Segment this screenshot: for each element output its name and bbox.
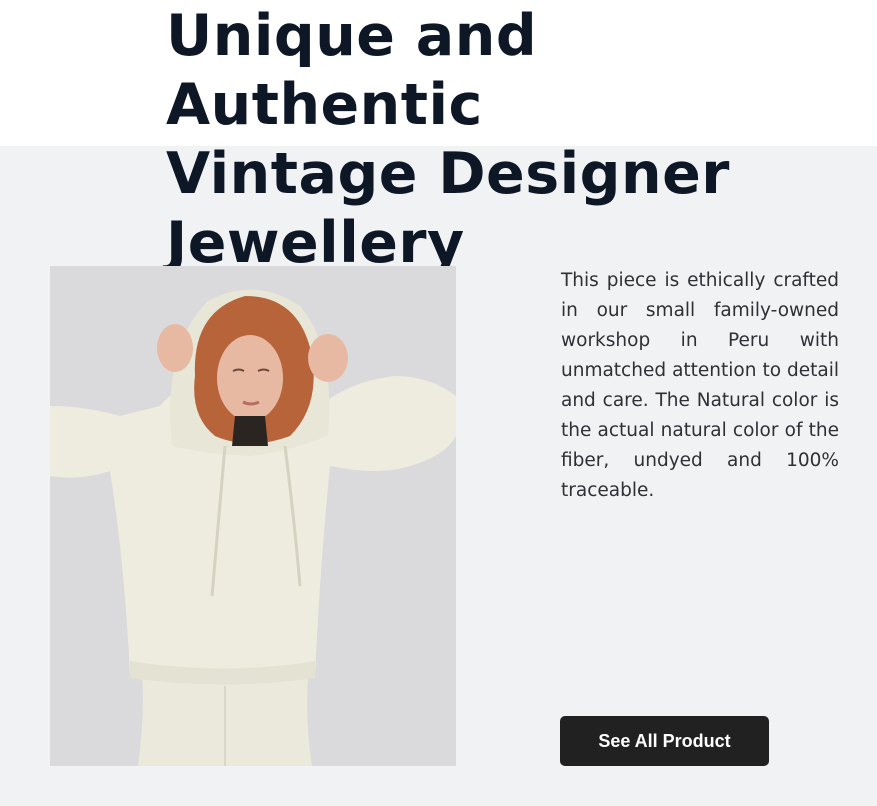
product-description: This piece is ethically crafted in our s… (561, 270, 839, 501)
see-all-product-button[interactable]: See All Product (560, 716, 769, 766)
product-image (50, 266, 456, 766)
page-title: Unique and Authentic Vintage Designer Je… (166, 3, 730, 276)
model-illustration (50, 266, 456, 766)
